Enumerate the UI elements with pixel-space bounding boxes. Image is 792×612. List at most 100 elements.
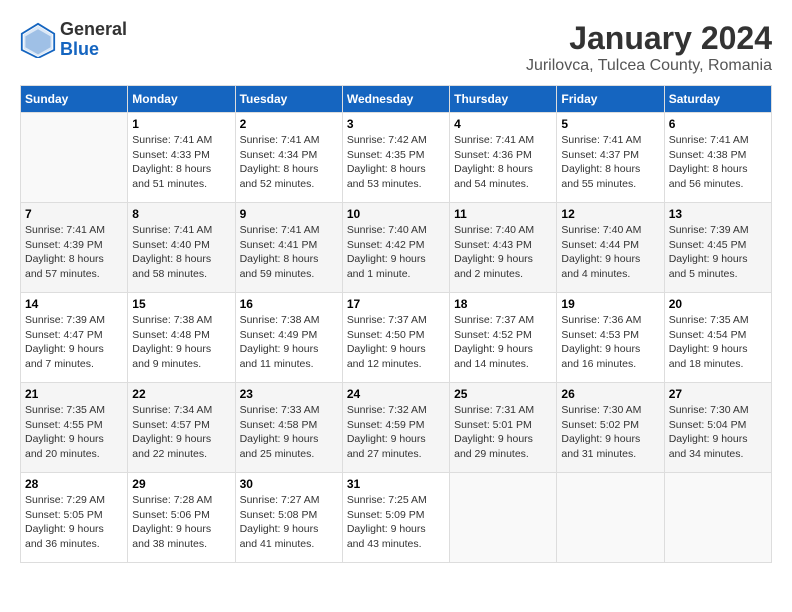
calendar-cell: 13Sunrise: 7:39 AM Sunset: 4:45 PM Dayli… (664, 203, 771, 293)
day-number: 23 (240, 387, 338, 401)
cell-content: Sunrise: 7:37 AM Sunset: 4:50 PM Dayligh… (347, 313, 445, 372)
calendar-cell: 12 Sunrise: 7:40 AM Sunset: 4:44 PM Dayli… (557, 203, 664, 293)
calendar-cell: 27 Sunrise: 7:30 AM Sunset: 5:04 PM Dayli… (664, 383, 771, 473)
logo-blue: Blue (60, 40, 127, 60)
cell-content: Sunrise: 7:40 AM Sunset: 4:44 PM Dayligh… (561, 223, 659, 282)
calendar-cell: 24Sunrise: 7:32 AM Sunset: 4:59 PM Dayli… (342, 383, 449, 473)
page-header: General Blue January 2024 Jurilovca, Tul… (20, 20, 772, 75)
logo-icon (20, 22, 56, 58)
calendar-cell: 7Sunrise: 7:41 AM Sunset: 4:39 PM Daylig… (21, 203, 128, 293)
cell-content: Sunrise: 7:36 AM Sunset: 4:53 PM Dayligh… (561, 313, 659, 372)
calendar-cell: 31Sunrise: 7:25 AM Sunset: 5:09 PM Dayli… (342, 473, 449, 563)
calendar-week-2: 7Sunrise: 7:41 AM Sunset: 4:39 PM Daylig… (21, 203, 772, 293)
logo: General Blue (20, 20, 127, 60)
cell-content: Sunrise: 7:28 AM Sunset: 5:06 PM Dayligh… (132, 493, 230, 552)
cell-content: Sunrise: 7:25 AM Sunset: 5:09 PM Dayligh… (347, 493, 445, 552)
day-number: 21 (25, 387, 123, 401)
cell-content: Sunrise: 7:40 AM Sunset: 4:43 PM Dayligh… (454, 223, 552, 282)
day-number: 1 (132, 117, 230, 131)
cell-content: Sunrise: 7:35 AM Sunset: 4:54 PM Dayligh… (669, 313, 767, 372)
weekday-row: SundayMondayTuesdayWednesdayThursdayFrid… (21, 86, 772, 113)
day-number: 17 (347, 297, 445, 311)
calendar-week-1: 1Sunrise: 7:41 AM Sunset: 4:33 PM Daylig… (21, 113, 772, 203)
calendar-body: 1Sunrise: 7:41 AM Sunset: 4:33 PM Daylig… (21, 113, 772, 563)
day-number: 5 (561, 117, 659, 131)
day-number: 27 (669, 387, 767, 401)
day-number: 14 (25, 297, 123, 311)
cell-content: Sunrise: 7:37 AM Sunset: 4:52 PM Dayligh… (454, 313, 552, 372)
day-number: 16 (240, 297, 338, 311)
weekday-header-thursday: Thursday (450, 86, 557, 113)
day-number: 4 (454, 117, 552, 131)
calendar-cell: 2Sunrise: 7:41 AM Sunset: 4:34 PM Daylig… (235, 113, 342, 203)
day-number: 30 (240, 477, 338, 491)
calendar-cell: 16 Sunrise: 7:38 AM Sunset: 4:49 PM Dayli… (235, 293, 342, 383)
cell-content: Sunrise: 7:34 AM Sunset: 4:57 PM Dayligh… (132, 403, 230, 462)
cell-content: Sunrise: 7:29 AM Sunset: 5:05 PM Dayligh… (25, 493, 123, 552)
weekday-header-sunday: Sunday (21, 86, 128, 113)
cell-content: Sunrise: 7:31 AM Sunset: 5:01 PM Dayligh… (454, 403, 552, 462)
calendar-cell (664, 473, 771, 563)
weekday-header-saturday: Saturday (664, 86, 771, 113)
calendar-cell: 15 Sunrise: 7:38 AM Sunset: 4:48 PM Dayli… (128, 293, 235, 383)
day-number: 12 (561, 207, 659, 221)
weekday-header-monday: Monday (128, 86, 235, 113)
day-number: 19 (561, 297, 659, 311)
day-number: 22 (132, 387, 230, 401)
day-number: 10 (347, 207, 445, 221)
calendar-cell (21, 113, 128, 203)
day-number: 26 (561, 387, 659, 401)
day-number: 7 (25, 207, 123, 221)
cell-content: Sunrise: 7:41 AM Sunset: 4:38 PM Dayligh… (669, 133, 767, 192)
cell-content: Sunrise: 7:33 AM Sunset: 4:58 PM Dayligh… (240, 403, 338, 462)
day-number: 3 (347, 117, 445, 131)
cell-content: Sunrise: 7:30 AM Sunset: 5:04 PM Dayligh… (669, 403, 767, 462)
cell-content: Sunrise: 7:40 AM Sunset: 4:42 PM Dayligh… (347, 223, 445, 282)
cell-content: Sunrise: 7:42 AM Sunset: 4:35 PM Dayligh… (347, 133, 445, 192)
cell-content: Sunrise: 7:41 AM Sunset: 4:34 PM Dayligh… (240, 133, 338, 192)
day-number: 29 (132, 477, 230, 491)
calendar-cell: 10 Sunrise: 7:40 AM Sunset: 4:42 PM Dayli… (342, 203, 449, 293)
calendar-cell: 5Sunrise: 7:41 AM Sunset: 4:37 PM Daylig… (557, 113, 664, 203)
weekday-header-friday: Friday (557, 86, 664, 113)
calendar-cell (450, 473, 557, 563)
day-number: 11 (454, 207, 552, 221)
calendar-cell: 21Sunrise: 7:35 AM Sunset: 4:55 PM Dayli… (21, 383, 128, 473)
cell-content: Sunrise: 7:41 AM Sunset: 4:40 PM Dayligh… (132, 223, 230, 282)
calendar-cell: 19 Sunrise: 7:36 AM Sunset: 4:53 PM Dayli… (557, 293, 664, 383)
calendar-cell (557, 473, 664, 563)
page-subtitle: Jurilovca, Tulcea County, Romania (526, 57, 772, 75)
weekday-header-tuesday: Tuesday (235, 86, 342, 113)
day-number: 18 (454, 297, 552, 311)
cell-content: Sunrise: 7:32 AM Sunset: 4:59 PM Dayligh… (347, 403, 445, 462)
calendar-header: SundayMondayTuesdayWednesdayThursdayFrid… (21, 86, 772, 113)
calendar-cell: 3 Sunrise: 7:42 AM Sunset: 4:35 PM Daylig… (342, 113, 449, 203)
cell-content: Sunrise: 7:27 AM Sunset: 5:08 PM Dayligh… (240, 493, 338, 552)
calendar-week-3: 14 Sunrise: 7:39 AM Sunset: 4:47 PM Dayli… (21, 293, 772, 383)
calendar-week-5: 28 Sunrise: 7:29 AM Sunset: 5:05 PM Dayli… (21, 473, 772, 563)
weekday-header-wednesday: Wednesday (342, 86, 449, 113)
calendar-table: SundayMondayTuesdayWednesdayThursdayFrid… (20, 85, 772, 563)
cell-content: Sunrise: 7:41 AM Sunset: 4:41 PM Dayligh… (240, 223, 338, 282)
day-number: 8 (132, 207, 230, 221)
cell-content: Sunrise: 7:38 AM Sunset: 4:49 PM Dayligh… (240, 313, 338, 372)
calendar-cell: 30 Sunrise: 7:27 AM Sunset: 5:08 PM Dayli… (235, 473, 342, 563)
day-number: 15 (132, 297, 230, 311)
calendar-cell: 25Sunrise: 7:31 AM Sunset: 5:01 PM Dayli… (450, 383, 557, 473)
day-number: 20 (669, 297, 767, 311)
calendar-cell: 18 Sunrise: 7:37 AM Sunset: 4:52 PM Dayli… (450, 293, 557, 383)
day-number: 6 (669, 117, 767, 131)
cell-content: Sunrise: 7:41 AM Sunset: 4:36 PM Dayligh… (454, 133, 552, 192)
title-block: January 2024 Jurilovca, Tulcea County, R… (526, 20, 772, 75)
cell-content: Sunrise: 7:38 AM Sunset: 4:48 PM Dayligh… (132, 313, 230, 372)
logo-general: General (60, 20, 127, 40)
calendar-cell: 14 Sunrise: 7:39 AM Sunset: 4:47 PM Dayli… (21, 293, 128, 383)
calendar-cell: 17 Sunrise: 7:37 AM Sunset: 4:50 PM Dayli… (342, 293, 449, 383)
logo-text: General Blue (60, 20, 127, 60)
calendar-cell: 1Sunrise: 7:41 AM Sunset: 4:33 PM Daylig… (128, 113, 235, 203)
day-number: 28 (25, 477, 123, 491)
cell-content: Sunrise: 7:39 AM Sunset: 4:47 PM Dayligh… (25, 313, 123, 372)
calendar-cell: 20 Sunrise: 7:35 AM Sunset: 4:54 PM Dayli… (664, 293, 771, 383)
calendar-cell: 23 Sunrise: 7:33 AM Sunset: 4:58 PM Dayli… (235, 383, 342, 473)
page-title: January 2024 (526, 20, 772, 57)
